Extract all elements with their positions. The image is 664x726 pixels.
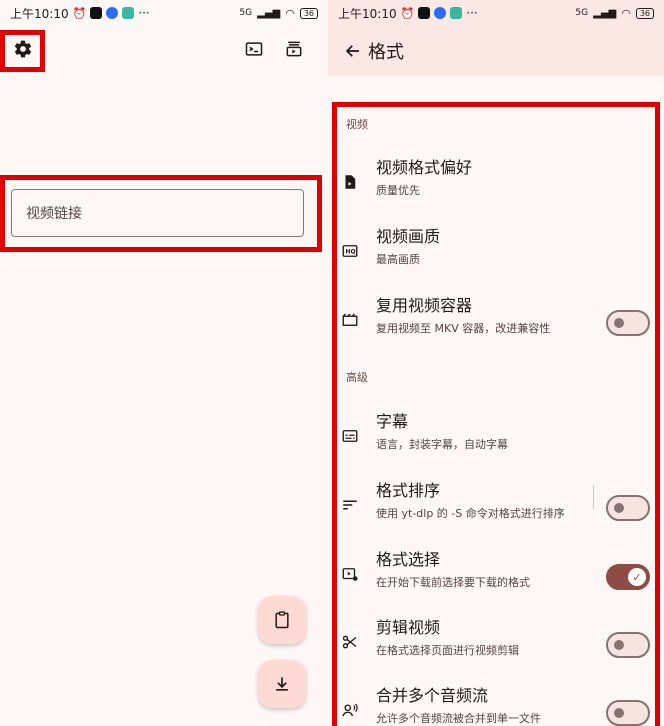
wifi-icon: ◠ bbox=[621, 6, 631, 20]
arrow-back-icon bbox=[345, 45, 359, 57]
queue-play-icon bbox=[286, 41, 302, 57]
app-notification-icon bbox=[434, 7, 447, 19]
page-title: 格式 bbox=[368, 42, 404, 63]
app-notification-icon-2 bbox=[450, 7, 463, 19]
status-time: 上午10:10 bbox=[10, 6, 69, 21]
format-settings-screen: 上午10:10 ⏰ ··· 5G ▂▄▆ ◠ 36 格式 将音频和视频格式合并为… bbox=[328, 0, 664, 726]
paste-button[interactable] bbox=[258, 596, 306, 644]
more-notifications-icon: ··· bbox=[466, 6, 478, 20]
battery-indicator: 36 bbox=[635, 7, 654, 19]
alarm-icon: ⏰ bbox=[72, 6, 87, 20]
tiktok-icon bbox=[90, 7, 103, 19]
clipboard-icon bbox=[275, 611, 289, 629]
highlight-settings bbox=[0, 30, 45, 72]
terminal-button[interactable] bbox=[243, 38, 265, 60]
status-bar: 上午10:10 ⏰ ··· 5G ▂▄▆ ◠ 36 bbox=[328, 0, 664, 26]
terminal-icon bbox=[245, 42, 263, 56]
network-label: 5G bbox=[239, 8, 253, 18]
battery-indicator: 36 bbox=[299, 7, 318, 19]
download-queue-button[interactable] bbox=[283, 38, 305, 60]
download-icon bbox=[276, 677, 288, 691]
wifi-icon: ◠ bbox=[285, 6, 295, 20]
back-button[interactable] bbox=[342, 40, 364, 62]
signal-icon: ▂▄▆ bbox=[593, 7, 617, 19]
top-app-bar: 格式 bbox=[328, 26, 664, 76]
app-notification-icon-2 bbox=[122, 7, 135, 19]
highlight-url-input bbox=[0, 175, 322, 252]
signal-icon: ▂▄▆ bbox=[257, 7, 281, 19]
alarm-icon: ⏰ bbox=[400, 6, 415, 20]
status-bar: 上午10:10 ⏰ ··· 5G ▂▄▆ ◠ 36 bbox=[0, 0, 328, 26]
highlight-settings-list bbox=[332, 102, 660, 726]
download-button[interactable] bbox=[258, 660, 306, 708]
network-label: 5G bbox=[575, 8, 589, 18]
more-notifications-icon: ··· bbox=[138, 6, 150, 20]
status-time: 上午10:10 bbox=[338, 6, 397, 21]
app-notification-icon bbox=[106, 7, 119, 19]
home-screen: 上午10:10 ⏰ ··· 5G ▂▄▆ ◠ 36 视频链接 bbox=[0, 0, 328, 726]
tiktok-icon bbox=[418, 7, 431, 19]
